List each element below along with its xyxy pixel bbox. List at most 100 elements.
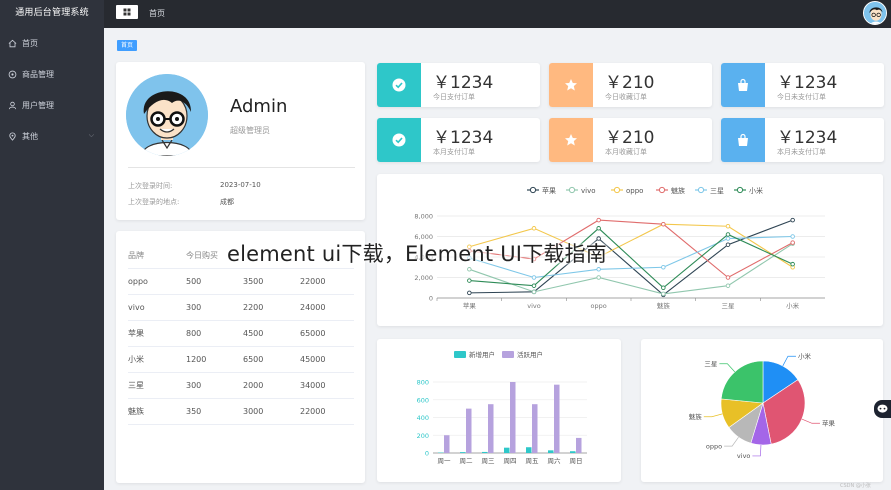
- table-cell: 34000: [300, 381, 326, 390]
- last-login-place-label: 上次登录的地点:: [128, 198, 180, 206]
- brand-table-card: 品牌 今日购买 oppo 500 3500 22000 vivo 300 220…: [116, 231, 365, 483]
- x-tick-label: 周四: [504, 457, 517, 465]
- table-cell: 6500: [243, 355, 264, 364]
- data-point: [596, 226, 601, 231]
- profile-avatar: [126, 74, 208, 156]
- last-login-place: 成都: [220, 198, 234, 206]
- x-tick-label: 小米: [786, 301, 800, 310]
- legend-marker: [736, 186, 744, 194]
- avatar-icon: [864, 2, 886, 24]
- stat-label: 今日支付订单: [433, 93, 475, 101]
- table-cell: 3500: [243, 277, 264, 286]
- stat-card-month-favorite[interactable]: ￥210 本月收藏订单: [549, 118, 712, 162]
- y-tick-label: 0: [425, 450, 429, 458]
- sidebar-item-home[interactable]: 首页: [0, 28, 104, 59]
- data-point: [596, 217, 601, 223]
- data-point: [725, 224, 731, 229]
- y-tick-label: 8,000: [414, 213, 433, 221]
- sidebar-item-other[interactable]: 其他 ⌵: [0, 121, 104, 152]
- data-point: [596, 275, 601, 280]
- table-cell: 500: [186, 277, 202, 286]
- sidebar-item-label: 其他: [22, 132, 38, 141]
- sidebar-item-label: 首页: [22, 39, 38, 48]
- sidebar-item-label: 商品管理: [22, 70, 54, 79]
- table-cell: oppo: [128, 277, 148, 286]
- watermark: CSDN @小张: [840, 483, 871, 489]
- data-point: [661, 264, 666, 270]
- legend-marker: [613, 186, 621, 194]
- stat-card-today-paid[interactable]: ￥1234 今日支付订单: [377, 63, 540, 107]
- bar-chart-card: 新增用户 活跃用户 0 200 400 600 800 周一 周二 周三 周四 周五 周六 周日: [377, 339, 621, 482]
- user-avatar[interactable]: [863, 1, 887, 25]
- data-point: [790, 261, 795, 267]
- data-point: [467, 290, 472, 296]
- grid-icon: [123, 8, 131, 16]
- profile-card: Admin 超级管理员 上次登录时间: 2023-07-10 上次登录的地点: …: [116, 62, 365, 220]
- data-point: [661, 285, 666, 290]
- table-cell: 22000: [300, 277, 326, 286]
- x-tick-label: 周五: [526, 457, 540, 465]
- table-cell: 22000: [300, 407, 326, 416]
- overlay-title: element ui下载，Element UI下载指南: [227, 242, 607, 266]
- stat-card-month-unpaid[interactable]: ￥1234 本月未支付订单: [721, 118, 884, 162]
- table-cell: 1200: [186, 355, 207, 364]
- stat-value: ￥210: [605, 73, 655, 93]
- table-row: 三星 300 2000 34000: [128, 373, 354, 399]
- check-circle-icon: [377, 118, 421, 162]
- data-point: [790, 217, 795, 223]
- tag-home[interactable]: 首页: [117, 40, 138, 51]
- table-cell: 魅族: [128, 407, 144, 416]
- data-point: [467, 278, 472, 283]
- table-cell: 800: [186, 329, 202, 338]
- x-tick-label: 周二: [460, 457, 474, 465]
- breadcrumb[interactable]: 首页: [149, 8, 165, 19]
- pie-label-line: [719, 363, 736, 373]
- data-point: [531, 226, 537, 231]
- bar: [466, 408, 472, 453]
- legend-marker: [568, 186, 576, 194]
- sidebar-item-label: 用户管理: [22, 101, 54, 110]
- y-tick-label: 800: [417, 379, 429, 387]
- bar: [504, 447, 510, 453]
- pie-label-line: [703, 413, 723, 418]
- table-row: 苹果 800 4500 65000: [128, 321, 354, 347]
- data-point: [531, 289, 537, 295]
- x-tick-label: 周六: [548, 456, 562, 465]
- pie-label: 苹果: [822, 419, 836, 428]
- y-tick-label: 2,000: [414, 274, 433, 282]
- table-row: 魅族 350 3000 22000: [128, 399, 354, 425]
- y-tick-label: 400: [417, 414, 429, 422]
- sidebar: 通用后台管理系统 首页 商品管理 用户管理 其他 ⌵: [0, 0, 104, 490]
- stat-value: ￥210: [605, 128, 655, 148]
- table-cell: 350: [186, 407, 202, 416]
- table-cell: 苹果: [128, 329, 144, 338]
- stat-value: ￥1234: [777, 73, 838, 93]
- last-login-time-label: 上次登录时间:: [128, 182, 173, 190]
- sidebar-item-users[interactable]: 用户管理: [0, 90, 104, 121]
- legend-label: vivo: [581, 187, 596, 195]
- legend-marker: [697, 186, 705, 194]
- stat-label: 本月收藏订单: [605, 148, 647, 156]
- data-point: [790, 234, 795, 239]
- bar: [444, 435, 450, 453]
- last-login-time: 2023-07-10: [220, 181, 261, 189]
- collapse-menu-button[interactable]: [116, 5, 138, 19]
- table-cell: 小米: [128, 355, 144, 364]
- stat-card-today-favorite[interactable]: ￥210 今日收藏订单: [549, 63, 712, 107]
- x-tick-label: 周三: [482, 457, 496, 465]
- data-point: [725, 236, 731, 241]
- chat-float-button[interactable]: [874, 400, 891, 418]
- legend-swatch: [454, 351, 466, 358]
- table-cell: 4500: [243, 329, 264, 338]
- table-cell: 65000: [300, 329, 326, 338]
- pie-label-line: [752, 444, 762, 457]
- pie-label: oppo: [706, 442, 722, 450]
- data-point: [531, 283, 537, 288]
- bar: [482, 451, 488, 453]
- sidebar-item-goods[interactable]: 商品管理: [0, 59, 104, 90]
- stat-card-month-paid[interactable]: ￥1234 本月支付订单: [377, 118, 540, 162]
- bar: [554, 384, 560, 453]
- stat-card-today-unpaid[interactable]: ￥1234 今日未支付订单: [721, 63, 884, 107]
- legend-label: oppo: [626, 187, 643, 195]
- data-point: [725, 232, 731, 237]
